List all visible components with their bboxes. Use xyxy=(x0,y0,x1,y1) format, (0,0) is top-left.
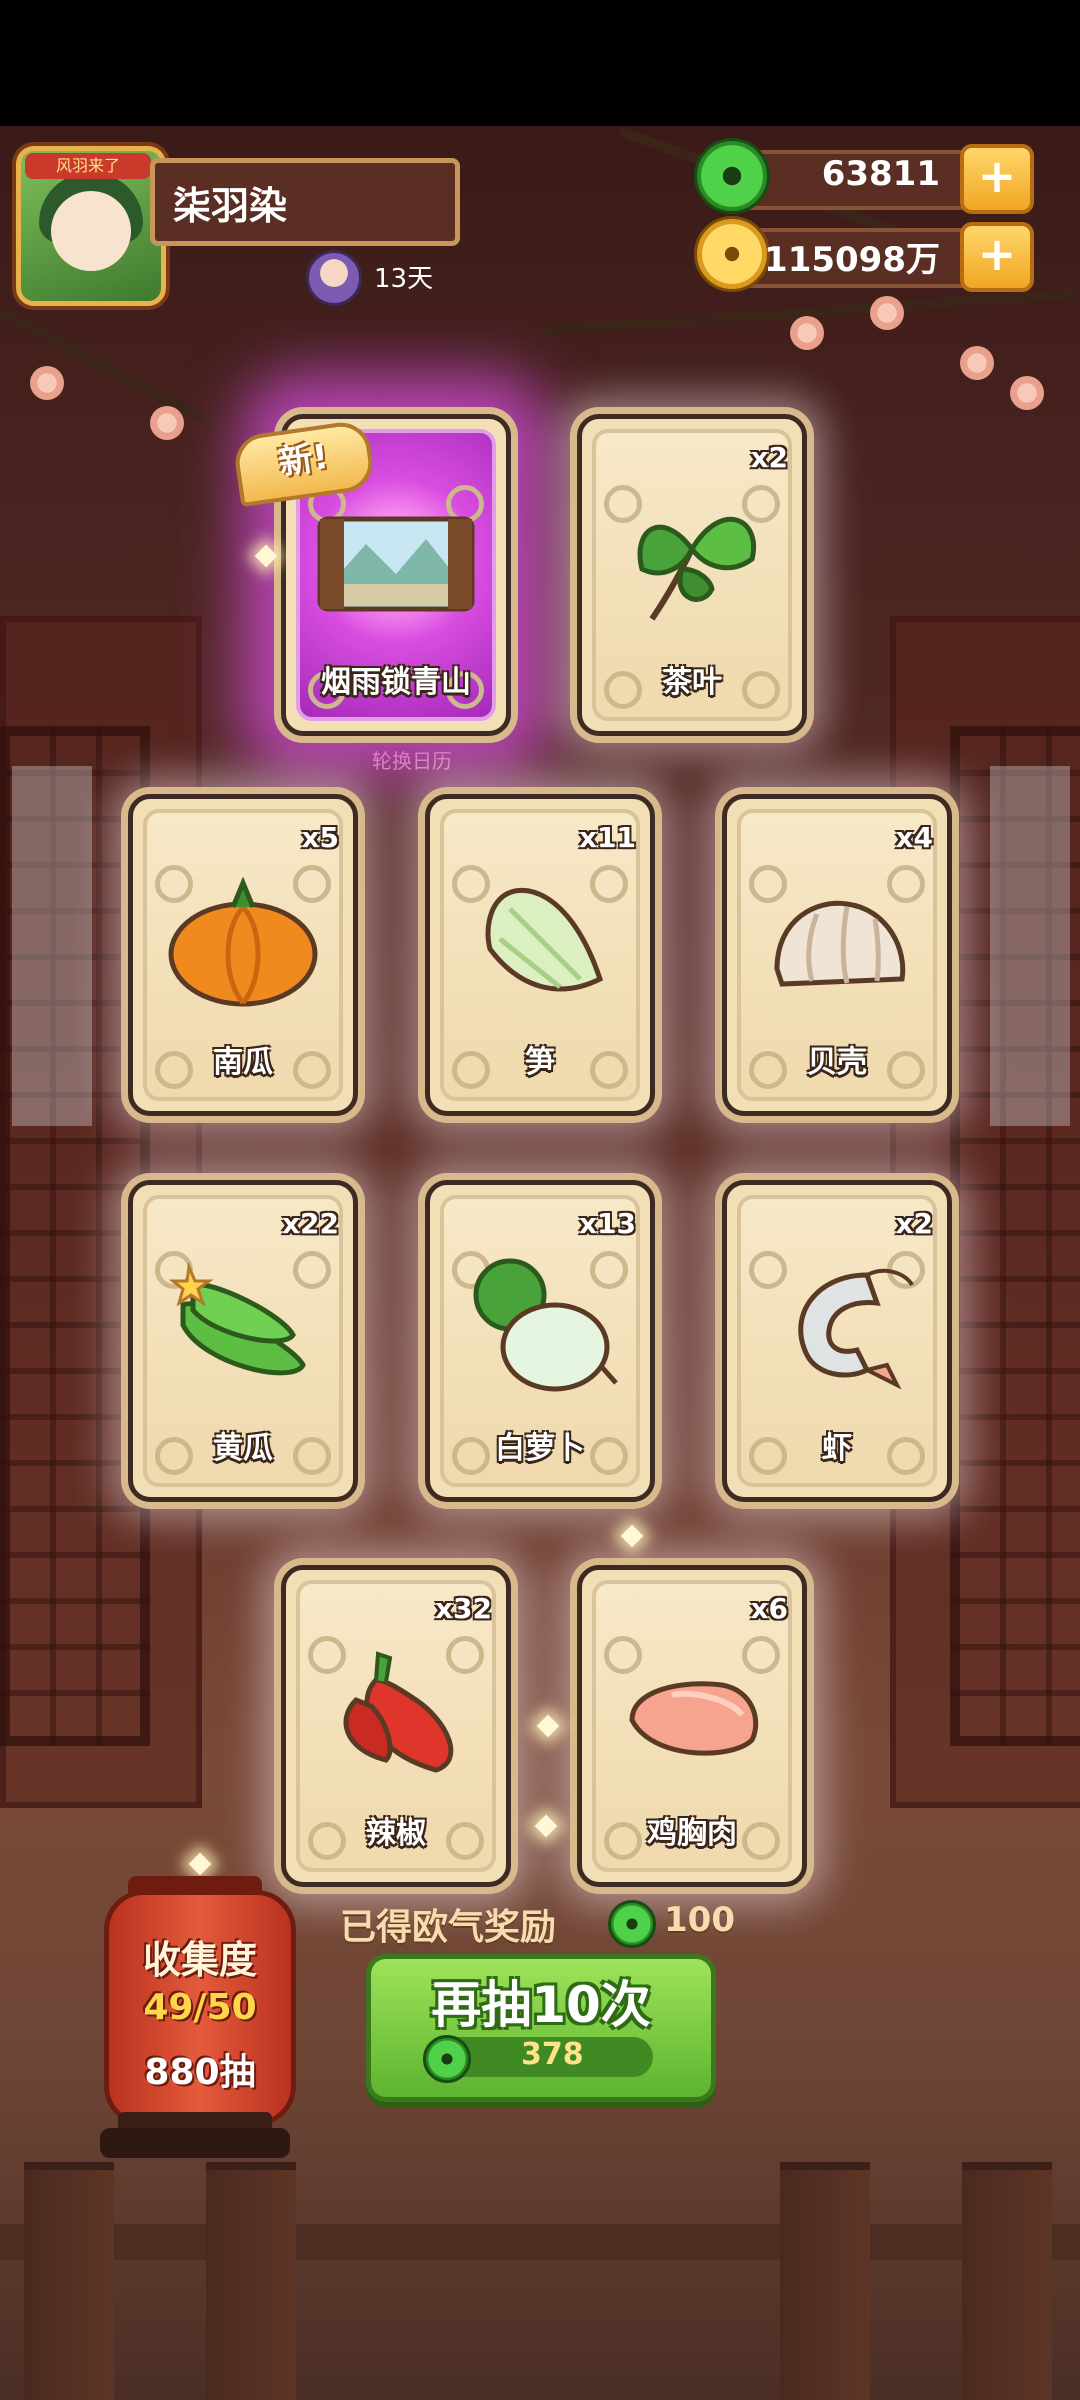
card-tea[interactable]: x2 茶叶 xyxy=(577,414,807,736)
tea-leaf-icon xyxy=(637,517,756,621)
radish-icon xyxy=(473,1258,618,1392)
jade-coin-icon xyxy=(608,1900,656,1948)
card-count: x22 xyxy=(281,1207,339,1240)
collection-lantern[interactable]: 收集度 49/50 880抽 xyxy=(104,1890,296,2126)
draw-cost: 378 xyxy=(521,2037,584,2072)
card-count: x4 xyxy=(895,821,933,854)
jade-coin-icon xyxy=(694,138,770,214)
card-label: 南瓜 xyxy=(213,1045,273,1080)
card-bamboo-shoot[interactable]: x11 笋 xyxy=(425,794,655,1116)
card-label: 笋 xyxy=(525,1045,555,1080)
draw-ten-label: 再抽10次 xyxy=(431,1976,651,2034)
railing-post xyxy=(962,2162,1052,2400)
reward-amount: 100 xyxy=(664,1900,735,1940)
blossom-icon xyxy=(960,346,994,380)
card-count: x32 xyxy=(434,1592,492,1625)
branch xyxy=(0,306,215,429)
railing-post xyxy=(780,2162,870,2400)
days-count: 13天 xyxy=(374,264,434,294)
collection-progress: 49/50 xyxy=(143,1987,257,2028)
gold-currency: 115098万 + xyxy=(694,216,1034,292)
draw-ten-button[interactable]: 再抽10次 378 xyxy=(366,1954,716,2102)
blossom-icon xyxy=(870,296,904,330)
collection-draws: 880抽 xyxy=(144,2052,256,2093)
jade-currency: 63811 + xyxy=(694,138,1034,214)
card-chili[interactable]: x32 辣椒 xyxy=(281,1565,511,1887)
card-count: x2 xyxy=(895,1207,933,1240)
gold-coin-icon xyxy=(694,216,770,292)
card-label: 烟雨锁青山 xyxy=(321,665,471,700)
days-avatar-icon xyxy=(306,250,362,306)
player-name: 柒羽染 xyxy=(173,184,288,228)
avatar-face xyxy=(51,191,131,271)
blossom-icon xyxy=(150,406,184,440)
jade-amount: 63811 xyxy=(821,154,940,194)
blossom-icon xyxy=(1010,376,1044,410)
chili-icon xyxy=(343,1651,454,1773)
blossom-icon xyxy=(790,316,824,350)
card-count: x6 xyxy=(750,1592,788,1625)
blossom-icon xyxy=(30,366,64,400)
pumpkin-icon xyxy=(168,876,318,1007)
card-count: x5 xyxy=(301,821,339,854)
card-label: 黄瓜 xyxy=(213,1431,273,1466)
player-name-plate[interactable]: 柒羽染 xyxy=(150,158,460,246)
clam-icon xyxy=(774,900,906,987)
rotation-calendar-label[interactable]: 轮换日历 xyxy=(372,745,452,774)
add-jade-button[interactable]: + xyxy=(960,144,1034,214)
window-glow-left xyxy=(12,766,92,1126)
card-label: 虾 xyxy=(822,1431,852,1466)
railing-post xyxy=(206,2162,296,2400)
collection-title: 收集度 xyxy=(142,1938,257,1982)
card-shrimp[interactable]: x2 虾 xyxy=(722,1180,952,1502)
card-label: 辣椒 xyxy=(366,1816,426,1851)
window-glow-right xyxy=(990,766,1070,1126)
gold-amount: 115098万 xyxy=(764,240,940,280)
jade-coin-icon xyxy=(423,2035,471,2083)
lantern-stand xyxy=(100,2128,290,2158)
bamboo-shoot-icon xyxy=(485,887,604,992)
scenery-icon xyxy=(317,516,475,612)
card-count: x11 xyxy=(578,821,636,854)
player-avatar[interactable]: 风羽来了 xyxy=(16,146,166,306)
reward-text: 已得欧气奖励 xyxy=(340,1907,557,1948)
add-gold-button[interactable]: + xyxy=(960,222,1034,292)
card-label: 白萝卜 xyxy=(495,1431,585,1466)
avatar-banner: 风羽来了 xyxy=(25,153,151,179)
card-count: x13 xyxy=(578,1207,636,1240)
card-pumpkin[interactable]: x5 南瓜 xyxy=(128,794,358,1116)
card-label: 茶叶 xyxy=(662,665,722,700)
card-cucumber[interactable]: x22 黄瓜 xyxy=(128,1180,358,1502)
status-bar xyxy=(0,0,1080,126)
card-chicken-breast[interactable]: x6 鸡胸肉 xyxy=(577,1565,807,1887)
card-label: 贝壳 xyxy=(807,1045,867,1080)
card-radish[interactable]: x13 白萝卜 xyxy=(425,1180,655,1502)
railing-post xyxy=(24,2162,114,2400)
card-clam[interactable]: x4 贝壳 xyxy=(722,794,952,1116)
card-count: x2 xyxy=(750,441,788,474)
cucumber-icon xyxy=(168,1261,306,1376)
card-label: 鸡胸肉 xyxy=(647,1816,737,1851)
railing xyxy=(0,2224,1080,2260)
chicken-breast-icon xyxy=(629,1681,759,1756)
shrimp-icon xyxy=(798,1268,914,1390)
